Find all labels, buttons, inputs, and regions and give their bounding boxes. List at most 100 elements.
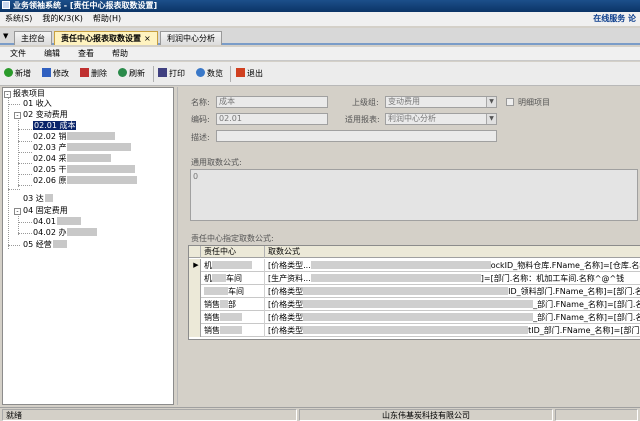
online-service-link[interactable]: 在线服务 论 xyxy=(593,12,636,26)
tree-node-03[interactable]: 03 达 xyxy=(23,194,53,204)
redacted-text xyxy=(220,326,242,334)
title-bar: 业务领袖系统 - [责任中心报表取数设置] xyxy=(0,0,640,12)
preview-button[interactable]: 数览 xyxy=(196,67,223,81)
collapse-toggle-icon[interactable]: - xyxy=(4,91,11,98)
delete-icon xyxy=(80,68,89,77)
new-button[interactable]: 新增 xyxy=(4,67,31,81)
collapse-toggle-icon[interactable]: - xyxy=(14,208,21,215)
exit-button[interactable]: 退出 xyxy=(236,67,263,81)
center-cell[interactable]: 机 xyxy=(201,259,265,272)
edit-button[interactable]: 修改 xyxy=(42,67,69,81)
center-cell[interactable]: 销售部 xyxy=(201,298,265,311)
tab-main-console[interactable]: 主控台 xyxy=(14,31,52,45)
table-row[interactable]: 销售 [价格类型 _部门.FName_名称]=[部门.名称：销售三 xyxy=(189,311,640,324)
tree-node-root[interactable]: - 报表项目 xyxy=(4,89,45,99)
report-item-tree[interactable]: - 报表项目 01 收入 -02 变动费用 02.01 成本 02.02 销 02… xyxy=(2,87,174,405)
tree-node-0204[interactable]: 02.04 采 xyxy=(33,154,112,164)
table-row[interactable]: 销售 [价格类型 tID_部门.FName_名称]=[部门.名称：销售 xyxy=(189,324,640,337)
close-tab-icon[interactable]: × xyxy=(144,34,151,43)
center-formula-grid[interactable]: 责任中心 取数公式 ▶ 机 [价格类型... ockID_物料仓库.FName_名… xyxy=(188,245,640,340)
delete-button[interactable]: 删除 xyxy=(80,67,107,81)
formula-cell[interactable]: [价格类型 _部门.FName_名称]=[部门.名称：销售一 xyxy=(265,298,640,311)
toolbar-separator-2 xyxy=(230,66,231,82)
chevron-down-icon[interactable]: ▼ xyxy=(486,114,496,124)
parent-group-select[interactable]: 变动费用 ▼ xyxy=(385,96,497,108)
detail-panel: 名称: 成本 上级组: 变动费用 ▼ 明细项目 编码: 02.01 适用报表: 利… xyxy=(177,87,640,405)
formula-cell[interactable]: [价格类型 _部门.FName_名称]=[部门.名称：销售三 xyxy=(265,311,640,324)
grid-header-center[interactable]: 责任中心 xyxy=(201,246,265,258)
grid-header-formula[interactable]: 取数公式 xyxy=(265,246,640,258)
description-field[interactable] xyxy=(216,130,497,142)
redacted-text xyxy=(67,143,132,151)
tree-node-0203[interactable]: 02.03 产 xyxy=(33,143,132,153)
menu-system[interactable]: 系统(S) xyxy=(0,12,37,26)
redacted-text xyxy=(67,132,116,140)
center-cell-text: 机 xyxy=(204,261,212,270)
center-cell[interactable]: 销售 xyxy=(201,324,265,337)
redacted-text xyxy=(67,165,136,173)
formula-cell[interactable]: [价格类型 ID_领料部门.FName_名称]=[部门.名称 xyxy=(265,285,640,298)
formula-cell-text: [价格类型 xyxy=(268,287,304,296)
formula-cell-tail: ockID_物料仓库.FName_名称]=[仓库.名称 xyxy=(490,261,640,270)
menu-help[interactable]: 帮助(H) xyxy=(88,12,126,26)
plus-icon xyxy=(4,68,13,77)
center-cell[interactable]: 机 车间 xyxy=(201,272,265,285)
menu-bar: 文件 编辑 查看 帮助 xyxy=(0,47,640,61)
description-label: 描述: xyxy=(191,133,210,142)
center-cell[interactable]: 销售 xyxy=(201,311,265,324)
table-row[interactable]: 销售部 [价格类型 _部门.FName_名称]=[部门.名称：销售一 xyxy=(189,298,640,311)
tab-list-dropdown-icon[interactable]: ▼ xyxy=(3,32,8,40)
printer-icon xyxy=(158,68,167,77)
code-field[interactable]: 02.01 xyxy=(216,113,328,125)
tree-node-04[interactable]: -04 固定费用 xyxy=(14,206,68,216)
detail-item-checkbox[interactable] xyxy=(506,98,514,106)
redacted-text xyxy=(67,228,98,236)
company-name: 山东伟基炭科技有限公司 xyxy=(299,409,553,421)
row-indicator xyxy=(189,311,201,324)
tree-node-01[interactable]: 01 收入 xyxy=(23,99,52,109)
tree-node-0402-label: 04.02 办 xyxy=(33,228,67,237)
print-button[interactable]: 打印 xyxy=(158,67,185,81)
tree-node-0203-label: 02.03 产 xyxy=(33,143,67,152)
tree-node-0401[interactable]: 04.01 xyxy=(33,217,81,227)
table-row[interactable]: ▶ 机 [价格类型... ockID_物料仓库.FName_名称]=[仓库.名称 xyxy=(189,259,640,272)
formula-cell-text: [价格类型... xyxy=(268,261,311,270)
tree-node-0402[interactable]: 04.02 办 xyxy=(33,228,98,238)
table-row[interactable]: 机 车间 [生产资料...]=[部门.名称：机加工车间.名称^@^钱 xyxy=(189,272,640,285)
general-formula-input[interactable]: 0 xyxy=(190,169,638,221)
formula-cell[interactable]: [价格类型 tID_部门.FName_名称]=[部门.名称：销售 xyxy=(265,324,640,337)
tree-node-03-label: 03 达 xyxy=(23,194,44,203)
formula-cell[interactable]: [价格类型... ockID_物料仓库.FName_名称]=[仓库.名称 xyxy=(265,259,640,272)
table-row[interactable]: 车间 [价格类型 ID_领料部门.FName_名称]=[部门.名称 xyxy=(189,285,640,298)
collapse-toggle-icon[interactable]: - xyxy=(14,112,21,119)
tree-node-0201[interactable]: 02.01 成本 xyxy=(33,121,77,131)
tree-node-05[interactable]: 05 经营 xyxy=(23,240,67,250)
tab-report-settings[interactable]: 责任中心报表取数设置 × xyxy=(54,31,158,45)
tree-node-02[interactable]: -02 变动费用 xyxy=(14,110,68,120)
tree-node-0205[interactable]: 02.05 干 xyxy=(33,165,136,175)
formula-cell[interactable]: [生产资料...]=[部门.名称：机加工车间.名称^@^钱 xyxy=(265,272,640,285)
refresh-button[interactable]: 刷新 xyxy=(118,67,145,81)
tab-profit-analysis[interactable]: 利润中心分析 xyxy=(160,31,222,45)
tree-node-0202[interactable]: 02.02 销 xyxy=(33,132,116,142)
menu-edit[interactable]: 编辑 xyxy=(35,47,69,61)
tree-node-0206[interactable]: 02.06 原 xyxy=(33,176,138,186)
redacted-text xyxy=(310,274,481,282)
menu-help-2[interactable]: 帮助 xyxy=(103,47,137,61)
center-cell[interactable]: 车间 xyxy=(201,285,265,298)
menu-file[interactable]: 文件 xyxy=(0,47,35,61)
menu-view[interactable]: 查看 xyxy=(69,47,103,61)
tree-node-0204-label: 02.04 采 xyxy=(33,154,67,163)
menu-my-k3[interactable]: 我的K/3(K) xyxy=(37,12,88,26)
tree-node-0205-label: 02.05 干 xyxy=(33,165,67,174)
delete-label: 删除 xyxy=(91,69,107,78)
print-label: 打印 xyxy=(169,69,185,78)
exit-label: 退出 xyxy=(247,69,263,78)
toolbar: 新增 修改 删除 刷新 打印 数览 退出 xyxy=(0,62,640,86)
exit-icon xyxy=(236,68,245,77)
chevron-down-icon[interactable]: ▼ xyxy=(486,97,496,107)
redacted-text xyxy=(303,300,534,308)
report-select[interactable]: 利润中心分析 ▼ xyxy=(385,113,497,125)
report-value: 利润中心分析 xyxy=(388,114,436,123)
name-field[interactable]: 成本 xyxy=(216,96,328,108)
